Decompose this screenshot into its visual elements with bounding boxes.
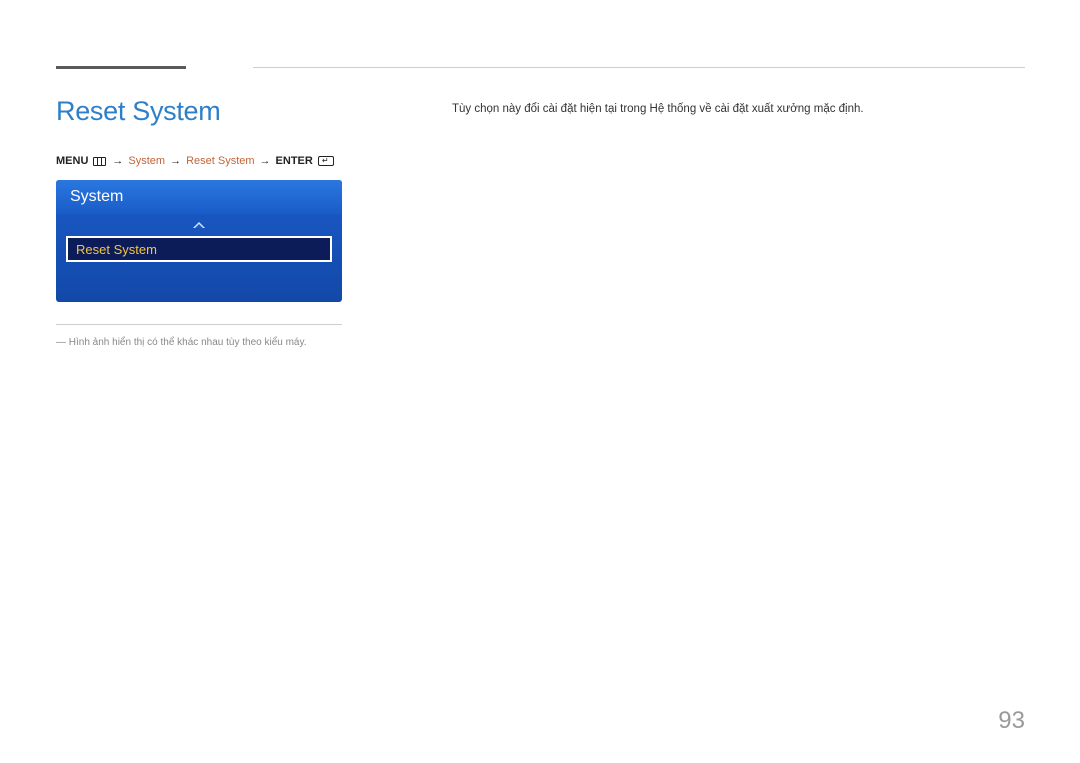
page-number: 93 [998,707,1025,735]
osd-scroll-up[interactable] [56,214,342,236]
arrow-icon: → [260,155,271,167]
header-accent-bar [56,66,186,69]
arrow-icon: → [112,155,123,167]
header-rule [253,67,1025,68]
left-column-rule [56,324,342,325]
arrow-icon: → [170,155,181,167]
breadcrumb-enter-label: ENTER [276,155,313,167]
menu-icon [93,157,106,166]
enter-icon [318,156,334,166]
breadcrumb-system: System [128,155,165,167]
osd-panel: System Reset System [56,180,342,302]
breadcrumb: MENU → System → Reset System → ENTER [56,155,335,167]
osd-item-label: Reset System [76,242,157,257]
page-title: Reset System [56,96,220,127]
chevron-up-icon [193,222,205,228]
breadcrumb-menu-label: MENU [56,155,88,167]
description-text: Tùy chọn này đổi cài đặt hiện tại trong … [452,103,864,115]
image-footnote: ― Hình ảnh hiển thị có thể khác nhau tùy… [56,337,307,348]
osd-item-reset-system[interactable]: Reset System [66,236,332,262]
breadcrumb-reset-system: Reset System [186,155,254,167]
osd-panel-title: System [56,180,342,214]
